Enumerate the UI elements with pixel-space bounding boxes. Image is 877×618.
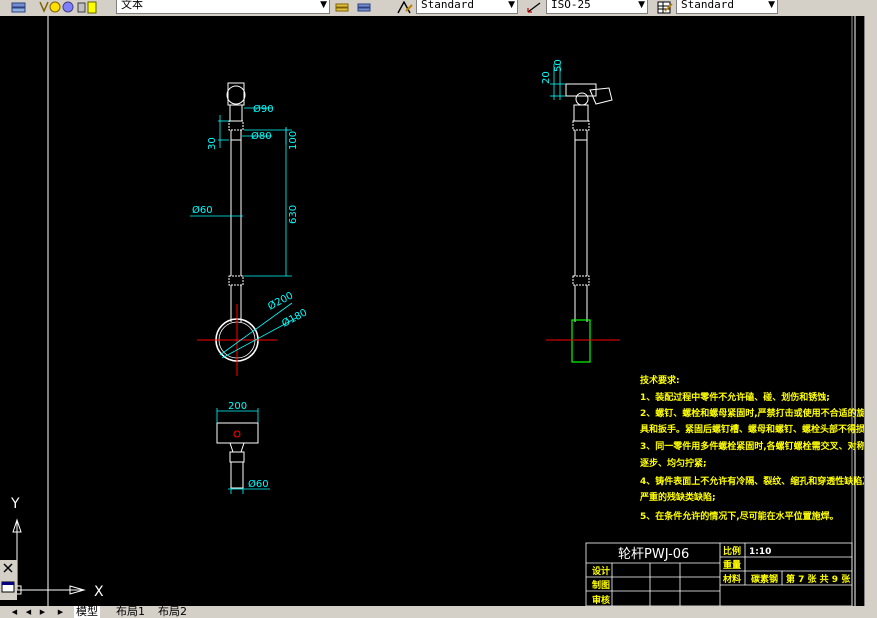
front-view: Ø90 Ø80 30 100 630 Ø60 Ø200 Ø180 [190,82,309,376]
title-block-text: 轮杆PWJ-06 比例 1:10 重量 材料 碳素钢 第 7 张 共 9 张 设… [592,545,851,606]
text-style-value: Standard [421,0,474,11]
first-tab-icon[interactable]: ◀ [10,607,19,617]
review-label: 审核 [592,594,610,606]
tech-note-line: 5、在条件允许的情况下,尽可能在水平位置施焊。 [640,510,839,522]
layer-isolate-icon[interactable] [356,1,374,14]
side-knurl-top [572,120,590,131]
chevron-down-icon[interactable]: ▼ [638,0,645,13]
sheet-text: 第 7 张 共 9 张 [786,573,851,585]
top-collar [229,451,245,463]
layer-combo[interactable]: 文本 ▼ [116,0,330,14]
chevron-down-icon[interactable]: ▼ [508,0,515,13]
vertical-scrollbar[interactable] [864,16,877,606]
top-view: 200 Ø60 [216,401,270,494]
properties-toolbar: 文本 ▼ Standard ▼ ISO-25 ▼ Standard ▼ [0,0,877,17]
design-label: 设计 [592,565,610,577]
side-collar [573,104,589,122]
front-dims: Ø90 Ø80 30 100 630 Ø60 Ø200 Ø180 [190,103,309,359]
table-style-combo[interactable]: Standard ▼ [676,0,778,14]
ucs-icon: Y X [10,496,104,600]
last-tab-icon[interactable]: ▶ [56,607,65,617]
dim-top-d60: Ø60 [248,478,269,490]
ucs-x-label: X [94,584,104,600]
dim-d20: 20 [541,71,552,84]
layout-tabs: ◀ ◀ ▶ ▶ 模型 布局1 布局2 [0,606,877,618]
tech-note-line: 1、装配过程中零件不允许磕、碰、划伤和锈蚀; [640,391,830,403]
knurl-band-bottom [228,275,244,286]
side-pin [575,92,589,106]
dim-d630: 630 [288,205,299,224]
side-wheel [571,319,591,363]
tab-layout1[interactable]: 布局1 [114,606,147,618]
layer-manager-icon[interactable] [10,1,28,14]
tech-note-line: 逐步、均匀拧紧; [640,457,707,469]
dim-style-value: ISO-25 [551,0,591,11]
top-plate [216,422,259,444]
top-stub [230,461,244,489]
close-icon[interactable] [0,561,17,575]
dim-style-icon[interactable] [526,1,544,14]
scale-value: 1:10 [749,547,771,557]
tab-layout2[interactable]: 布局2 [156,606,189,618]
material-value: 碳素钢 [751,573,778,585]
dim-d100: 100 [288,131,299,150]
side-knurl-bottom [572,275,590,286]
tech-notes-heading: 技术要求: [640,374,680,386]
table-style-value: Standard [681,0,734,11]
tech-note-line: 2、螺钉、螺栓和螺母紧固时,严禁打击或使用不合适的旋 [640,407,867,419]
tech-note-line: 3、同一零件用多件螺栓紧固时,各螺钉螺栓需交叉、对称、 [640,440,875,452]
text-style-icon[interactable] [396,1,414,14]
weight-label: 重量 [723,559,741,571]
drawing-canvas[interactable]: Ø90 Ø80 30 100 630 Ø60 Ø200 Ø180 20 50 2… [0,16,877,606]
collar-90 [229,104,243,122]
chevron-down-icon[interactable]: ▼ [768,0,775,13]
tech-note-line: 4、铸件表面上不允许有冷隔、裂纹、缩孔和穿透性缺陷及 [640,475,872,487]
docked-palette[interactable] [0,560,17,600]
dim-d60: Ø60 [192,204,213,216]
tech-note-line: 严重的残缺类缺陷; [639,491,716,503]
top-bolt [233,430,241,438]
side-dims: 20 50 [541,59,566,100]
tab-model[interactable]: 模型 [74,606,100,618]
prev-tab-icon[interactable]: ◀ [24,607,33,617]
chevron-down-icon[interactable]: ▼ [320,0,327,13]
draw-label: 制图 [592,579,610,591]
ucs-y-label: Y [10,496,20,512]
next-tab-icon[interactable]: ▶ [38,607,47,617]
dim-d80: Ø80 [251,130,272,142]
scale-label: 比例 [723,545,741,557]
layer-previous-icon[interactable] [334,1,352,14]
table-style-icon[interactable] [656,1,674,14]
layer-state-icons[interactable] [38,1,116,14]
top-neck [229,442,245,453]
tech-note-line: 具和扳手。紧固后螺钉槽、螺母和螺钉、螺栓头部不得损坏; [639,423,877,435]
dim-d50: 50 [553,59,564,72]
dim-d90: Ø90 [253,103,274,115]
knurl-band-top [228,120,244,131]
text-style-combo[interactable]: Standard ▼ [416,0,518,14]
dim-d200: Ø200 [266,289,295,312]
layer-combo-value: 文本 [121,0,143,11]
palette-icon[interactable] [0,580,17,594]
dim-style-combo[interactable]: ISO-25 ▼ [546,0,648,14]
tech-notes: 技术要求: 1、装配过程中零件不允许磕、碰、划伤和锈蚀; 2、螺钉、螺栓和螺母紧… [639,374,877,522]
top-clamp-circle [226,85,246,105]
dim-d30: 30 [207,137,218,150]
dim-d180: Ø180 [280,306,309,329]
drawing-title: 轮杆PWJ-06 [618,547,689,562]
dim-w200: 200 [228,401,247,412]
material-label: 材料 [722,573,741,585]
side-view: 20 50 [541,59,620,363]
